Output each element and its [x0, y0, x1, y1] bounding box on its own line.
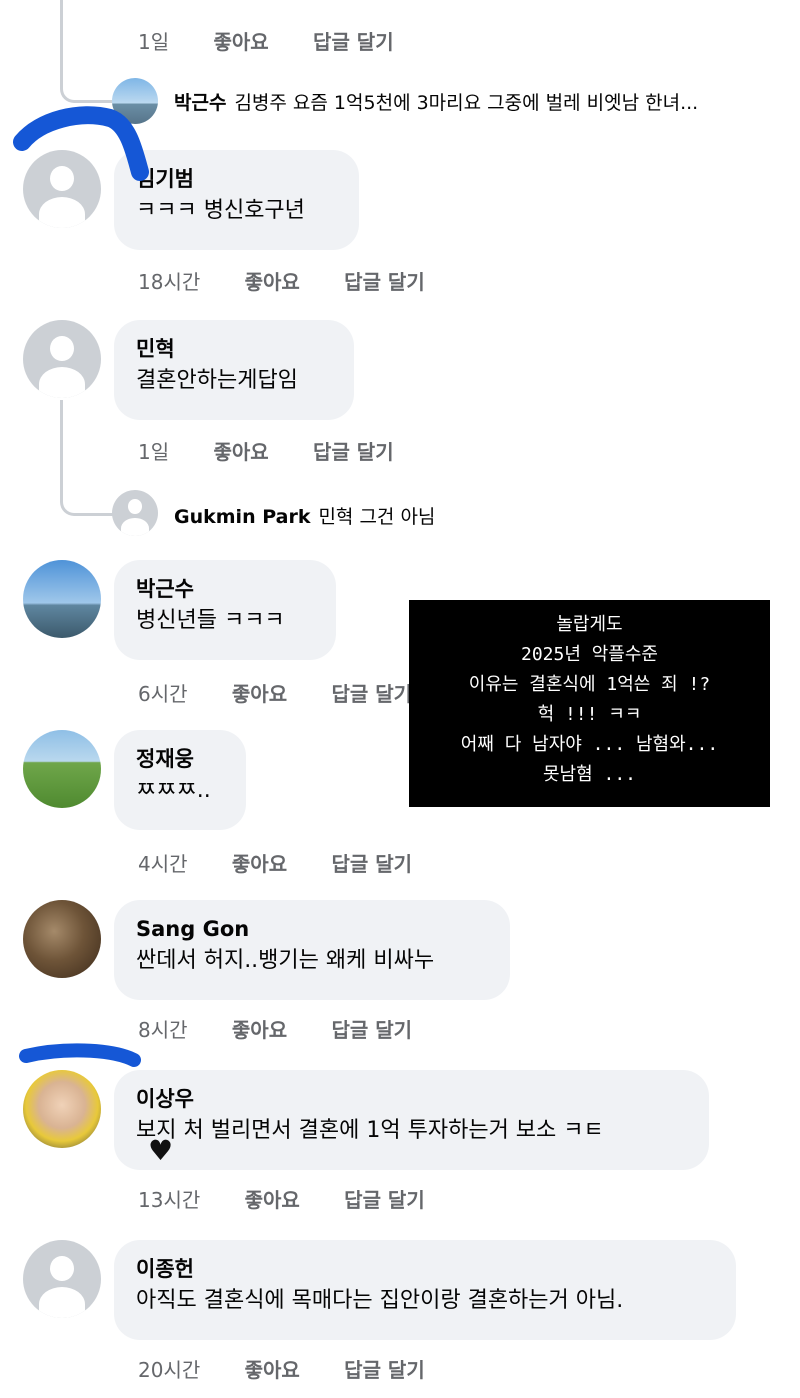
highlight-scribble [13, 106, 149, 181]
highlight-scribble [19, 1043, 141, 1067]
highlight-scribble-layer [13, 106, 149, 1067]
